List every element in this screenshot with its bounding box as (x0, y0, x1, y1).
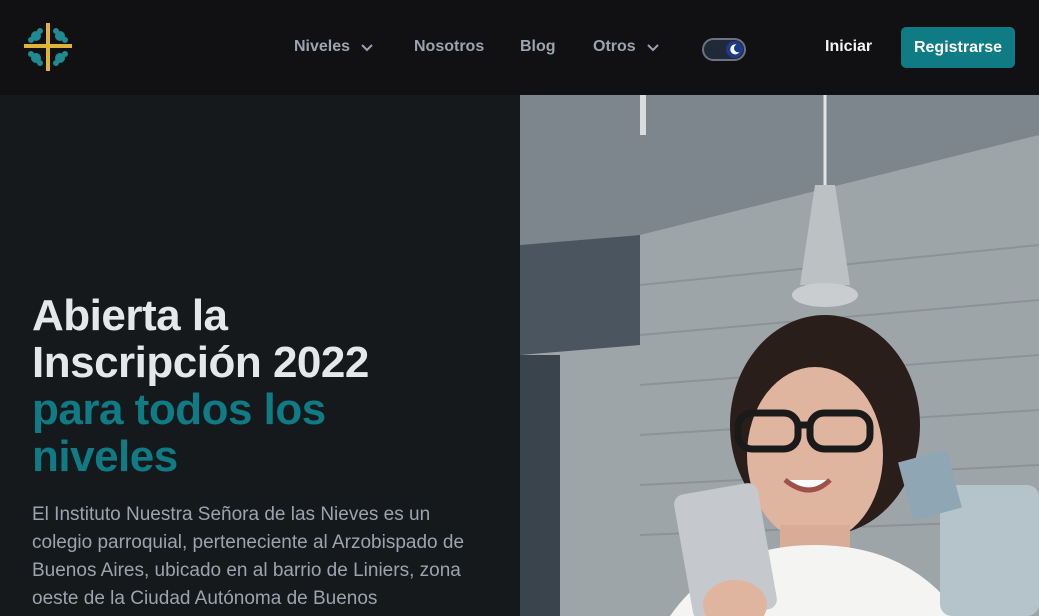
headline-accent-2: niveles (32, 432, 178, 481)
theme-toggle[interactable] (702, 38, 746, 61)
site-header: Niveles Nosotros Blog Otros Iniciar Regi… (0, 0, 1039, 95)
register-button[interactable]: Registrarse (901, 27, 1015, 68)
moon-icon (726, 41, 743, 58)
nav-otros[interactable]: Otros (593, 38, 660, 56)
headline-accent-1: para todos los (32, 385, 326, 434)
nav-blog[interactable]: Blog (520, 38, 556, 56)
woman-with-phone-photo (520, 95, 1039, 616)
hero-headline: Abierta la Inscripción 2022 para todos l… (32, 292, 492, 480)
headline-line-2: Inscripción 2022 (32, 338, 369, 387)
nav-niveles-label: Niveles (294, 38, 351, 55)
nav-nosotros-label: Nosotros (414, 38, 485, 55)
login-link[interactable]: Iniciar (825, 38, 872, 56)
hero-description: El Instituto Nuestra Señora de las Nieve… (32, 504, 465, 609)
nav-blog-label: Blog (520, 38, 556, 55)
chevron-down-icon (646, 44, 659, 52)
nav-niveles[interactable]: Niveles (294, 38, 374, 56)
chevron-down-icon (361, 44, 373, 52)
nav-nosotros[interactable]: Nosotros (414, 38, 484, 56)
nav-otros-label: Otros (593, 38, 636, 55)
headline-line-1: Abierta la (32, 291, 228, 340)
cross-logo-icon[interactable] (22, 22, 74, 72)
